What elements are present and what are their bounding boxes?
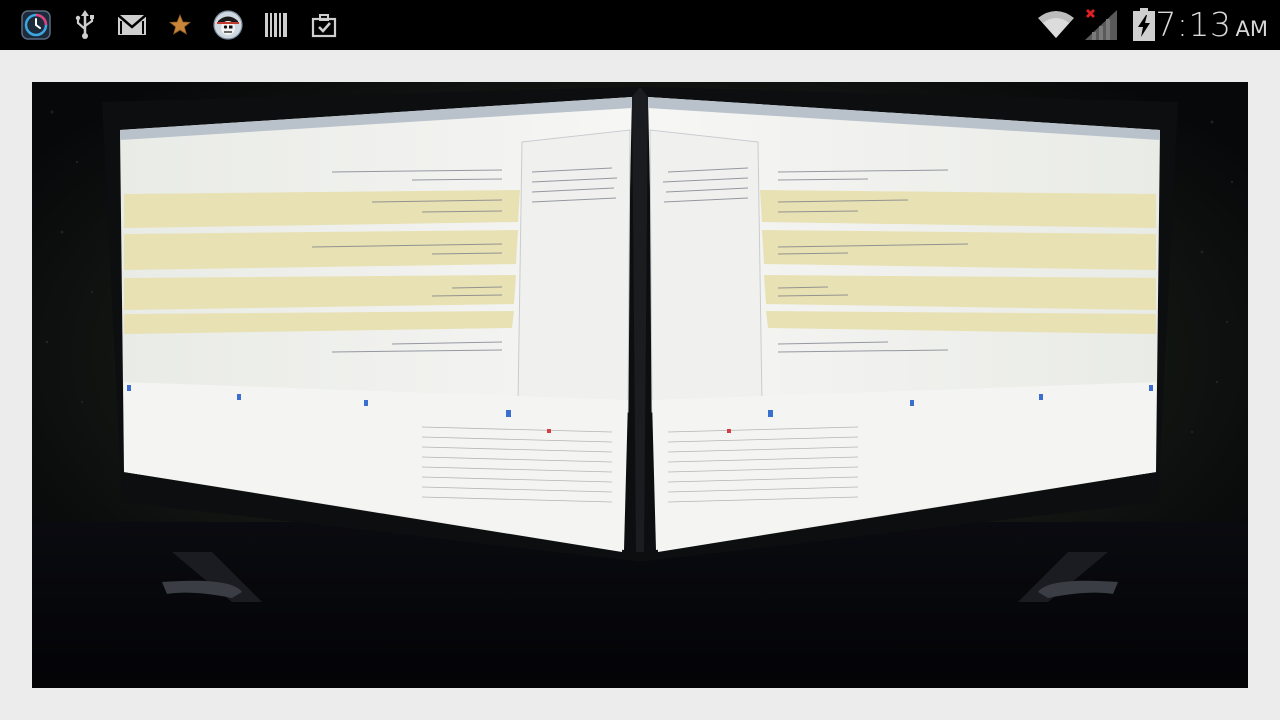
mirrored-monitor-photo — [32, 82, 1248, 688]
app-clock-icon — [20, 9, 52, 41]
signal-no-service-icon — [1082, 9, 1122, 41]
image-viewer[interactable] — [0, 50, 1280, 720]
star-icon — [166, 9, 194, 41]
status-bar[interactable]: 7:13 AM — [0, 0, 1280, 50]
clipboard-check-icon — [310, 9, 338, 41]
clock-ampm: AM — [1235, 17, 1268, 41]
status-clock: 7:13 AM — [1155, 4, 1268, 46]
clock-time: 7:13 — [1155, 5, 1232, 44]
battery-charging-icon — [1130, 8, 1158, 41]
barcode-icon — [262, 9, 290, 41]
gmail-icon — [116, 9, 148, 41]
photo[interactable] — [32, 82, 1248, 688]
usb-icon — [72, 9, 98, 41]
pirate-app-icon — [212, 9, 244, 41]
wifi-icon — [1036, 9, 1076, 41]
